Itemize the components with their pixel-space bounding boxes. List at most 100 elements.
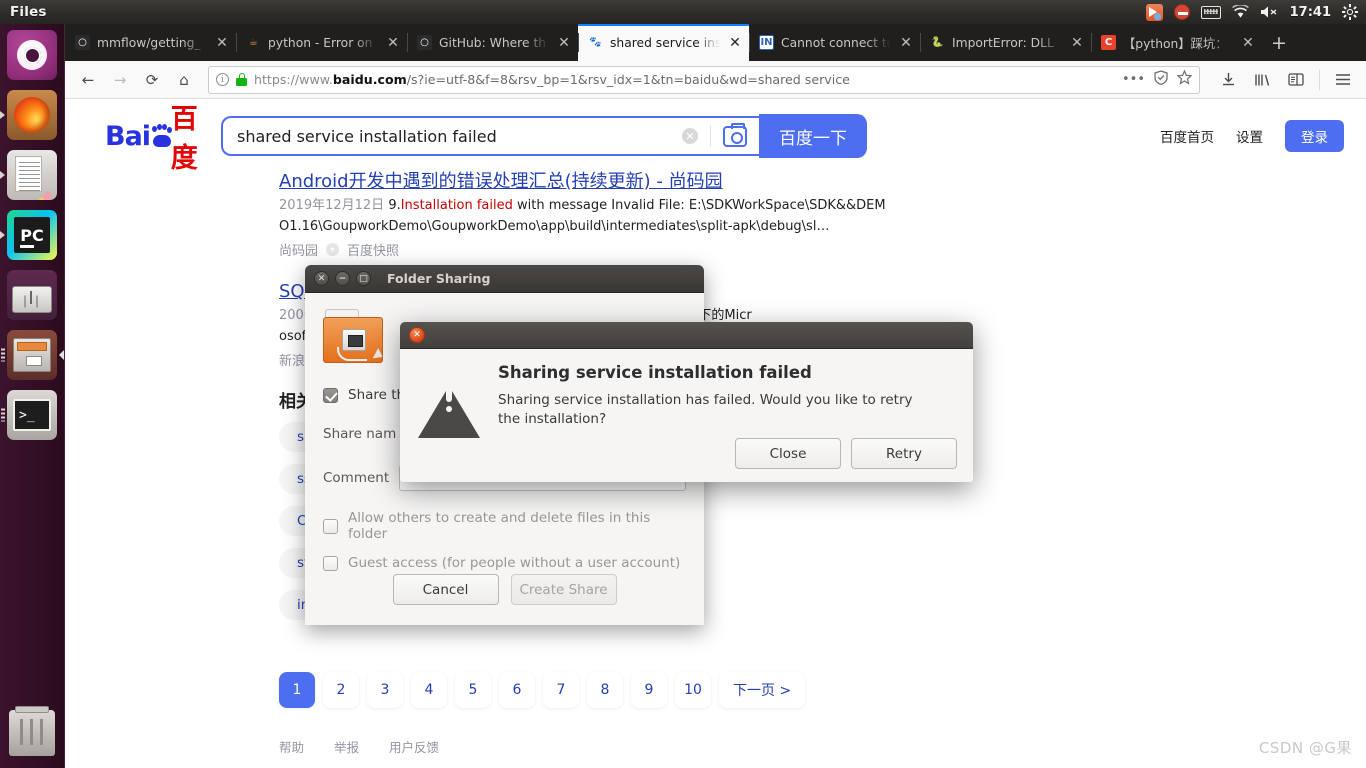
baidu-logo[interactable]: Bai 百度 [105,104,215,174]
page-button-2[interactable]: 2 [323,672,359,708]
cancel-button[interactable]: Cancel [392,574,499,605]
result-cache-link[interactable]: 百度快照 [347,240,399,259]
guest-access-row[interactable]: Guest access (for people without a user … [323,555,686,571]
close-icon[interactable]: ✕ [409,327,425,343]
tab-close-icon[interactable]: ✕ [1240,36,1256,50]
minimize-icon[interactable]: − [335,271,350,286]
tab-close-icon[interactable]: ✕ [898,36,914,50]
browser-tab-6[interactable]: 🐍 ImportError: DLL ✕ [920,24,1091,61]
footer-help-link[interactable]: 帮助 [279,737,304,756]
guest-access-checkbox[interactable] [323,555,338,571]
library-icon[interactable] [1247,66,1277,94]
page-button-9[interactable]: 9 [631,672,667,708]
launcher-item-pycharm[interactable]: PC [5,208,59,262]
menu-icon[interactable] [1328,66,1358,94]
tab-close-icon[interactable]: ✕ [727,36,743,50]
browser-tab-1[interactable]: ○ mmflow/getting_ ✕ [65,24,236,61]
chevron-down-icon[interactable]: ▾ [326,243,340,257]
volume-muted-icon[interactable] [1260,3,1279,21]
search-input[interactable] [237,126,682,146]
url-bar[interactable]: i https://www.baidu.com/s?ie=utf-8&f=8&r… [208,65,1200,94]
footer-feedback-link[interactable]: 用户反馈 [389,737,439,756]
camera-icon[interactable] [723,122,747,147]
page-button-4[interactable]: 4 [411,672,447,708]
launcher-item-terminal[interactable]: >_ [5,388,59,442]
error-dialog: ✕ Sharing service installation failed Sh… [400,322,973,482]
page-button-7[interactable]: 7 [543,672,579,708]
tab-close-icon[interactable]: ✕ [385,36,401,50]
allow-others-checkbox[interactable] [323,518,338,534]
wifi-icon[interactable] [1231,3,1249,21]
share-folder-checkbox[interactable] [323,387,338,403]
home-button[interactable]: ⌂ [169,66,199,94]
system-tray: 17:41 [1145,3,1366,21]
close-icon[interactable]: ✕ [314,271,329,286]
page-button-1[interactable]: 1 [279,672,315,708]
launcher-item-ubuntu-dash[interactable] [5,28,59,82]
footer-report-link[interactable]: 举报 [334,737,359,756]
allow-others-row[interactable]: Allow others to create and delete files … [323,510,686,542]
page-button-3[interactable]: 3 [367,672,403,708]
close-button[interactable]: Close [735,438,841,469]
browser-tab-7[interactable]: C 【python】踩坑： ✕ [1091,24,1262,61]
browser-tab-2[interactable]: ☕ python - Error on ✕ [236,24,407,61]
footer-links: 帮助 举报 用户反馈 [279,737,439,756]
maximize-icon[interactable]: □ [356,271,371,286]
launcher-item-files[interactable] [5,328,59,382]
next-page-button[interactable]: 下一页 > [719,672,806,708]
result-highlight: Installation failed [400,198,513,214]
login-button[interactable]: 登录 [1285,120,1344,152]
page-button-6[interactable]: 6 [499,672,535,708]
back-button[interactable]: ← [73,66,103,94]
url-host: baidu.com [332,72,407,87]
retry-button[interactable]: Retry [851,438,957,469]
forward-button[interactable]: → [105,66,135,94]
search-box[interactable]: ✕ [221,116,759,156]
launcher-item-firefox[interactable] [5,88,59,142]
page-button-8[interactable]: 8 [587,672,623,708]
clear-icon[interactable]: ✕ [682,128,698,144]
screencast-icon[interactable] [1145,3,1163,21]
sidebar-icon[interactable] [1281,66,1311,94]
launcher-item-trash[interactable] [9,706,55,756]
browser-tab-4-active[interactable]: 🐾 shared service ins ✕ [578,24,749,61]
keyboard-icon[interactable] [1200,3,1221,21]
new-tab-button[interactable]: + [1262,24,1296,61]
page-button-10[interactable]: 10 [675,672,711,708]
shield-icon[interactable] [1154,70,1168,89]
browser-tab-5[interactable]: IN Cannot connect to ✕ [749,24,920,61]
tab-close-icon[interactable]: ✕ [1069,36,1085,50]
baidu-home-link[interactable]: 百度首页 [1160,126,1214,146]
baidu-header: Bai 百度 ✕ 百度一下 百度首页 设置 登录 [65,99,1366,174]
tab-title: ImportError: DLL [952,35,1054,50]
result-title-link[interactable]: Android开发中遇到的错误处理汇总(持续更新) - 尚码园 [279,169,1366,195]
page-actions-icon[interactable]: ••• [1122,72,1145,87]
launcher-item-usb-drive[interactable] [5,268,59,322]
gear-icon[interactable] [1342,3,1358,21]
error-dialog-titlebar[interactable]: ✕ [400,322,973,349]
search-button[interactable]: 百度一下 [759,114,867,158]
result-snippet-line2: O1.16\GoupworkDemo\GoupworkDemo\app\buil… [279,219,830,235]
baidu-settings-link[interactable]: 设置 [1236,126,1263,146]
in-icon: IN [759,35,774,50]
create-share-button[interactable]: Create Share [510,574,617,605]
baidu-logo-latin: Bai [105,120,151,152]
clock[interactable]: 17:41 [1290,5,1331,20]
downloads-icon[interactable] [1213,66,1243,94]
tab-close-icon[interactable]: ✕ [214,36,230,50]
terminal-prompt: >_ [13,399,51,431]
firefox-icon [7,90,57,140]
page-button-5[interactable]: 5 [455,672,491,708]
bookmark-star-icon[interactable] [1176,69,1193,89]
browser-tab-3[interactable]: ○ GitHub: Where th ✕ [407,24,578,61]
tab-title: python - Error on [268,35,373,50]
page-info-icon[interactable]: i [216,73,229,86]
reload-button[interactable]: ⟳ [137,66,167,94]
error-dialog-heading: Sharing service installation failed [498,363,812,382]
tab-close-icon[interactable]: ✕ [556,36,572,50]
panel-app-name[interactable]: Files [10,4,47,20]
folder-sharing-titlebar[interactable]: ✕ − □ Folder Sharing [305,265,704,293]
search-result-item: Android开发中遇到的错误处理汇总(持续更新) - 尚码园 2019年12月… [279,169,1366,259]
do-not-disturb-icon[interactable] [1173,3,1190,21]
launcher-item-text-editor[interactable] [5,148,59,202]
